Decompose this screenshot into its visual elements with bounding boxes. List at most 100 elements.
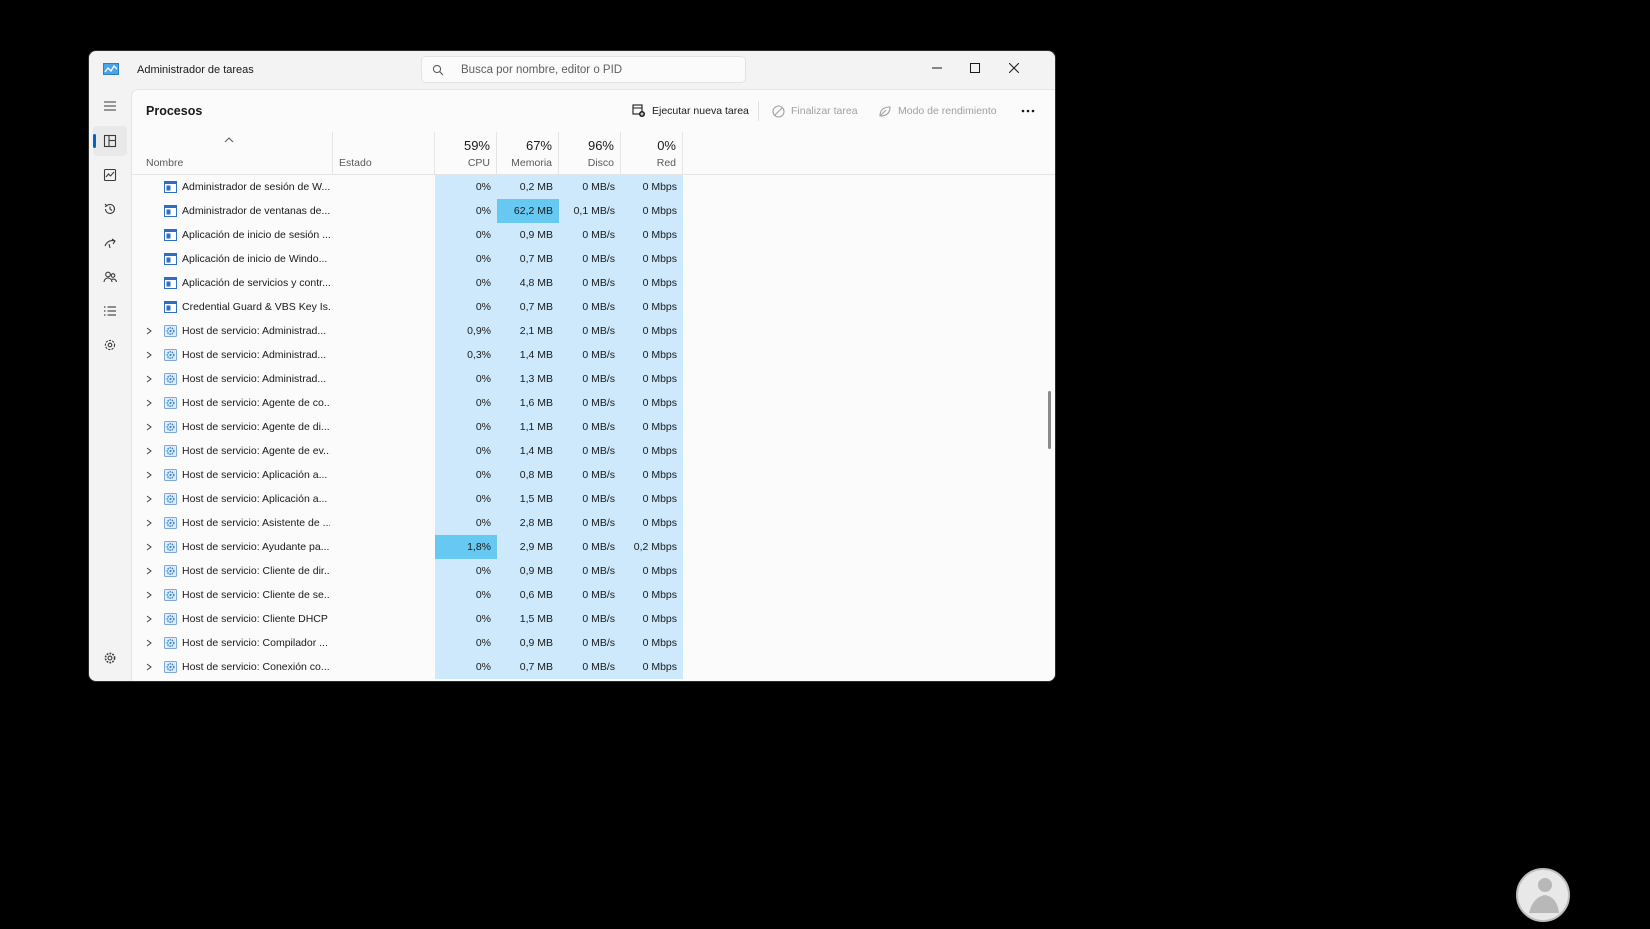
process-name-cell: Host de servicio: Compilador ... [132, 631, 333, 655]
expand-chevron-icon[interactable] [146, 591, 152, 599]
expand-chevron-icon[interactable] [146, 543, 152, 551]
nav-menu-button[interactable] [93, 91, 127, 121]
more-options-button[interactable] [1021, 101, 1035, 121]
process-row[interactable]: Host de servicio: Compilador ... 0% 0,9 MB… [132, 631, 1041, 655]
expand-chevron-icon[interactable] [146, 327, 152, 335]
process-net-cell: 0 Mbps [621, 511, 683, 535]
process-row[interactable]: Aplicación de inicio de sesión ... 0% 0,9 … [132, 223, 1041, 247]
process-status-cell [333, 439, 435, 463]
process-name-cell: Aplicación de servicios y contr... [132, 271, 333, 295]
process-name-cell: Host de servicio: Asistente de ... [132, 511, 333, 535]
maximize-button[interactable] [956, 51, 994, 85]
process-row[interactable]: Host de servicio: Aplicación a... 0% 1,5 M… [132, 487, 1041, 511]
run-new-task-button[interactable]: Ejecutar nueva tarea [632, 101, 749, 121]
process-net-cell: 0 Mbps [621, 367, 683, 391]
expand-chevron-icon[interactable] [146, 471, 152, 479]
process-cpu-cell: 0% [435, 655, 497, 679]
users-icon [103, 271, 117, 283]
process-row[interactable]: Host de servicio: Cliente de dir... 0% 0,9… [132, 559, 1041, 583]
column-header-cpu[interactable]: 59% CPU [435, 132, 497, 174]
column-header-network[interactable]: 0% Red [621, 132, 683, 174]
process-row[interactable]: Host de servicio: Administrad... 0,3% 1,4 … [132, 343, 1041, 367]
process-row[interactable]: Host de servicio: Agente de di... 0% 1,1 M… [132, 415, 1041, 439]
expand-chevron-icon[interactable] [146, 639, 152, 647]
process-name-cell: Credential Guard & VBS Key Is... [132, 295, 333, 319]
process-net-cell: 0 Mbps [621, 223, 683, 247]
service-gear-icon [164, 517, 177, 529]
column-header-name[interactable]: Nombre [132, 132, 333, 174]
process-status-cell [333, 175, 435, 199]
process-disk-cell: 0 MB/s [559, 487, 621, 511]
process-cpu-cell: 0% [435, 439, 497, 463]
efficiency-mode-icon [879, 105, 891, 117]
process-cpu-cell: 0% [435, 631, 497, 655]
expand-chevron-icon[interactable] [146, 567, 152, 575]
window-icon [164, 229, 177, 241]
title-bar[interactable]: Administrador de tareas Busca por nombre… [89, 51, 1055, 89]
nav-performance[interactable] [93, 160, 127, 190]
vertical-scrollbar[interactable] [1048, 175, 1051, 681]
expand-chevron-icon[interactable] [146, 495, 152, 503]
close-button[interactable] [995, 51, 1033, 85]
search-input[interactable]: Busca por nombre, editor o PID [461, 64, 622, 76]
process-status-cell [333, 631, 435, 655]
end-task-button[interactable]: Finalizar tarea [772, 101, 858, 121]
nav-settings[interactable] [93, 643, 127, 673]
expand-chevron-icon[interactable] [146, 375, 152, 383]
process-status-cell [333, 247, 435, 271]
expand-chevron-icon[interactable] [146, 615, 152, 623]
nav-services[interactable] [93, 330, 127, 360]
process-row[interactable]: Host de servicio: Cliente de se... 0% 0,6 … [132, 583, 1041, 607]
expand-chevron-icon[interactable] [146, 519, 152, 527]
nav-startup-apps[interactable] [93, 228, 127, 258]
process-row[interactable]: Aplicación de servicios y contr... 0% 4,8 … [132, 271, 1041, 295]
expand-chevron-icon[interactable] [146, 399, 152, 407]
navigation-sidebar [89, 89, 131, 681]
process-row[interactable]: Administrador de ventanas de... 0% 62,2 MB… [132, 199, 1041, 223]
process-row[interactable]: Host de servicio: Aplicación a... 0% 0,8 M… [132, 463, 1041, 487]
process-row[interactable]: Host de servicio: Conexión co... 0% 0,7 MB… [132, 655, 1041, 679]
process-row[interactable]: Host de servicio: Agente de ev... 0% 1,4 M… [132, 439, 1041, 463]
column-header-memory[interactable]: 67% Memoria [497, 132, 559, 174]
process-net-cell: 0 Mbps [621, 655, 683, 679]
nav-processes[interactable] [93, 126, 127, 156]
site-logo-icon [1516, 868, 1570, 922]
process-net-cell: 0 Mbps [621, 607, 683, 631]
end-task-label: Finalizar tarea [791, 105, 858, 117]
minimize-button[interactable] [918, 51, 956, 85]
process-disk-cell: 0 MB/s [559, 511, 621, 535]
expand-chevron-icon[interactable] [146, 447, 152, 455]
process-row[interactable]: Aplicación de inicio de Windo... 0% 0,7 MB… [132, 247, 1041, 271]
process-cpu-cell: 0% [435, 559, 497, 583]
expand-chevron-icon[interactable] [146, 351, 152, 359]
process-row[interactable]: Host de servicio: Cliente DHCP 0% 1,5 MB 0 … [132, 607, 1041, 631]
process-row[interactable]: Host de servicio: Ayudante pa... 1,8% 2,9 … [132, 535, 1041, 559]
performance-icon [103, 168, 117, 182]
process-cpu-cell: 0,3% [435, 343, 497, 367]
expand-chevron-icon[interactable] [146, 423, 152, 431]
process-row[interactable]: Host de servicio: Administrad... 0% 1,3 MB… [132, 367, 1041, 391]
process-row[interactable]: Credential Guard & VBS Key Is... 0% 0,7 MB… [132, 295, 1041, 319]
process-row[interactable]: Host de servicio: Agente de co... 0% 1,6 M… [132, 391, 1041, 415]
nav-details[interactable] [93, 296, 127, 326]
disk-label: Disco [587, 157, 614, 169]
process-disk-cell: 0 MB/s [559, 415, 621, 439]
process-name-cell: Host de servicio: Aplicación a... [132, 463, 333, 487]
nav-app-history[interactable] [93, 194, 127, 224]
process-disk-cell: 0 MB/s [559, 535, 621, 559]
scrollbar-thumb[interactable] [1048, 391, 1051, 449]
process-status-cell [333, 655, 435, 679]
services-icon [104, 339, 116, 351]
search-box[interactable]: Busca por nombre, editor o PID [421, 56, 746, 83]
efficiency-mode-button[interactable]: Modo de rendimiento [878, 101, 997, 121]
process-cpu-cell: 0% [435, 487, 497, 511]
expand-chevron-icon[interactable] [146, 663, 152, 671]
process-row[interactable]: Administrador de sesión de W... 0% 0,2 MB 0… [132, 175, 1041, 199]
column-header-status[interactable]: Estado [333, 132, 435, 174]
column-header-disk[interactable]: 96% Disco [559, 132, 621, 174]
process-row[interactable]: Host de servicio: Asistente de ... 0% 2,8 … [132, 511, 1041, 535]
process-row[interactable]: Host de servicio: Administrad... 0,9% 2,1 … [132, 319, 1041, 343]
process-disk-cell: 0 MB/s [559, 271, 621, 295]
nav-users[interactable] [93, 262, 127, 292]
process-mem-cell: 0,9 MB [497, 223, 559, 247]
